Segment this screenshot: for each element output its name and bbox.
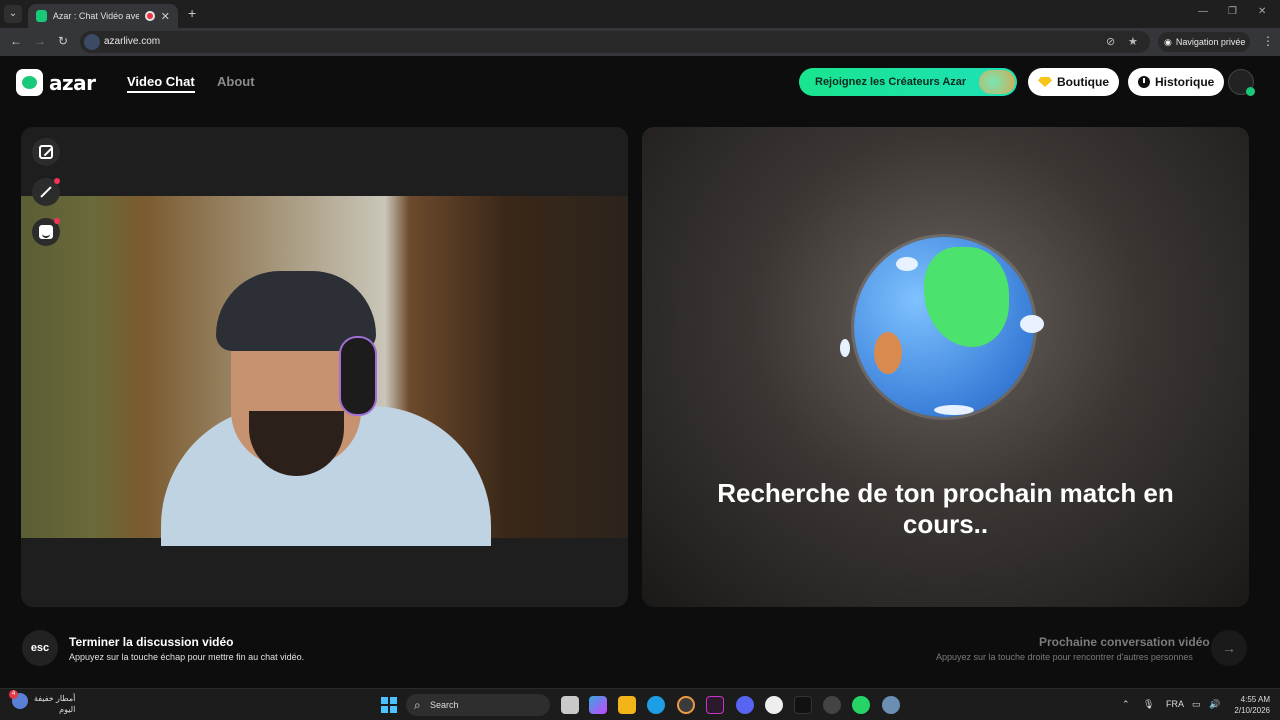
esc-key-button[interactable]: esc: [22, 630, 58, 666]
back-button[interactable]: ←: [10, 34, 22, 48]
azar-logo[interactable]: azar: [16, 69, 96, 96]
nav-video-chat[interactable]: Video Chat: [127, 74, 195, 93]
terminal-icon[interactable]: [794, 696, 812, 714]
azar-logo-icon: [16, 69, 43, 96]
history-button[interactable]: Historique: [1128, 68, 1225, 96]
globe-cloud: [896, 257, 918, 271]
globe-cloud: [934, 405, 974, 415]
settings-icon[interactable]: [882, 696, 900, 714]
logo-text: azar: [49, 70, 96, 95]
app-v-icon[interactable]: [706, 696, 724, 714]
globe-cloud: [1020, 315, 1044, 333]
bookmark-star-icon[interactable]: ★: [1128, 35, 1138, 48]
webcam-headphone: [339, 336, 377, 416]
site-info-icon[interactable]: [84, 34, 100, 50]
network-icon[interactable]: ▭: [1192, 699, 1201, 710]
next-chat-title: Prochaine conversation vidéo: [1039, 635, 1210, 649]
browser-menu-icon[interactable]: ⋮: [1262, 34, 1274, 48]
sticker-button[interactable]: [32, 218, 60, 246]
video-tools: [32, 138, 60, 258]
private-label: Navigation privée: [1175, 37, 1246, 47]
next-chat-hint: Appuyez sur la touche droite pour rencon…: [936, 652, 1193, 662]
volume-icon[interactable]: 🔊: [1209, 699, 1220, 710]
app-recorder-icon[interactable]: [823, 696, 841, 714]
globe-icon: [840, 237, 1044, 417]
searching-message: Recherche de ton prochain match en cours…: [717, 478, 1174, 539]
join-creators-button[interactable]: Rejoignez les Créateurs Azar: [799, 68, 1017, 96]
globe-cloud: [840, 339, 850, 357]
language-indicator[interactable]: FRA: [1166, 699, 1184, 709]
tab-search-button[interactable]: ⌄: [4, 5, 22, 23]
tab-title: Azar : Chat Vidéo avec de n: [52, 11, 140, 21]
forward-button[interactable]: →: [34, 34, 46, 48]
weather-condition: أمطار خفيفة: [34, 694, 76, 703]
microphone-icon[interactable]: 🎙: [1143, 699, 1154, 710]
windows-taskbar: 4 أمطار خفيفة اليوم Search ⌃ 🎙 FRA ▭ 🔊 4…: [0, 688, 1280, 720]
tray-chevron-icon[interactable]: ⌃: [1122, 699, 1130, 710]
self-webcam-feed: [21, 196, 628, 546]
browser-tab-bar: ⌄ Azar : Chat Vidéo avec de n ✕ + — ❐ ✕: [0, 0, 1280, 28]
close-window-button[interactable]: ✕: [1258, 6, 1266, 17]
windows-start-icon[interactable]: [381, 697, 397, 713]
app-circle-icon[interactable]: [765, 696, 783, 714]
private-browsing-indicator[interactable]: ◉ Navigation privée: [1158, 32, 1250, 52]
match-panel: Recherche de ton prochain match en cours…: [642, 127, 1249, 607]
user-avatar[interactable]: [1228, 69, 1255, 96]
magic-wand-icon: [40, 186, 52, 198]
online-status-dot: [1246, 87, 1255, 96]
eye-off-icon[interactable]: ⊘: [1106, 35, 1115, 48]
weather-badge: 4: [9, 690, 18, 699]
task-view-icon[interactable]: [561, 696, 579, 714]
recording-icon: [145, 11, 155, 21]
join-creators-label: Rejoignez les Créateurs Azar: [815, 76, 967, 88]
close-tab-icon[interactable]: ✕: [161, 10, 170, 23]
clock-icon: [1138, 76, 1150, 88]
chrome-icon[interactable]: [677, 696, 695, 714]
next-arrow-button[interactable]: →: [1211, 630, 1247, 666]
file-explorer-icon[interactable]: [618, 696, 636, 714]
history-label: Historique: [1155, 75, 1215, 89]
browser-tab[interactable]: Azar : Chat Vidéo avec de n ✕: [28, 4, 178, 28]
browser-toolbar: ← → ↻ azarlive.com ⊘ ★ ◉ Navigation priv…: [0, 28, 1280, 56]
system-clock[interactable]: 4:55 AM 2/10/2026: [1228, 694, 1270, 716]
clock-time: 4:55 AM: [1240, 695, 1270, 704]
discord-icon[interactable]: [736, 696, 754, 714]
reload-button[interactable]: ↻: [58, 34, 68, 48]
notification-dot: [54, 218, 60, 224]
weather-day: اليوم: [59, 705, 76, 714]
expand-icon: [39, 145, 53, 159]
weather-rain-icon: 4: [9, 690, 28, 709]
weather-widget[interactable]: 4 أمطار خفيفة اليوم: [9, 690, 76, 715]
shop-label: Boutique: [1057, 75, 1109, 89]
nav-about[interactable]: About: [217, 74, 255, 89]
clock-date: 2/10/2026: [1234, 706, 1270, 715]
fullscreen-button[interactable]: [32, 138, 60, 166]
new-tab-button[interactable]: +: [188, 5, 196, 21]
incognito-icon: ◉: [1164, 36, 1172, 47]
globe-land: [874, 332, 902, 374]
azar-favicon-icon: [36, 10, 47, 22]
whatsapp-icon[interactable]: [852, 696, 870, 714]
gem-icon: [1038, 77, 1052, 87]
address-bar[interactable]: azarlive.com ⊘ ★: [80, 31, 1150, 53]
maximize-button[interactable]: ❐: [1228, 6, 1237, 17]
globe-land: [924, 247, 1009, 347]
smiley-icon: [39, 225, 53, 239]
azar-app: azar Video Chat About Rejoignez les Créa…: [0, 56, 1280, 688]
effects-button[interactable]: [32, 178, 60, 206]
creators-badge-icon: [979, 70, 1015, 94]
self-video-panel: [21, 127, 628, 607]
notification-dot: [54, 178, 60, 184]
end-chat-hint: Appuyez sur la touche échap pour mettre …: [69, 652, 305, 662]
end-chat-title: Terminer la discussion vidéo: [69, 635, 234, 649]
copilot-icon[interactable]: [589, 696, 607, 714]
taskbar-search[interactable]: Search: [406, 694, 550, 716]
minimize-button[interactable]: —: [1198, 6, 1208, 17]
url-text: azarlive.com: [104, 36, 161, 47]
edge-icon[interactable]: [647, 696, 665, 714]
shop-button[interactable]: Boutique: [1028, 68, 1119, 96]
